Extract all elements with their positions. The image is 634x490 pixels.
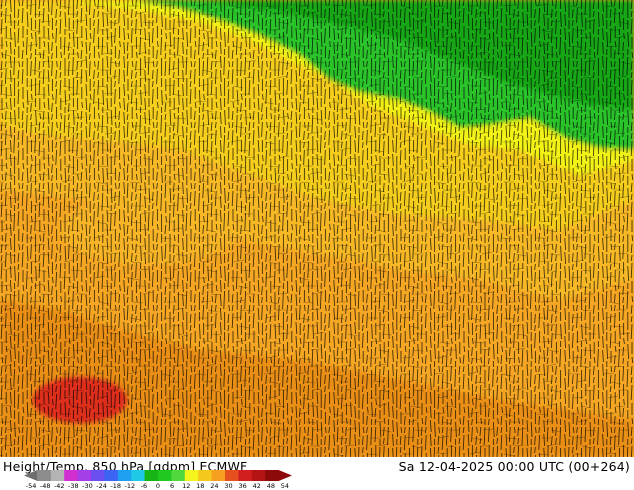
scale-color-swatch [117,470,132,481]
scale-label: -18 [110,482,121,490]
scale-label: 42 [252,482,261,490]
scale-label: 6 [170,482,175,490]
scale-label: -12 [124,482,136,490]
scale-color-swatch [104,470,119,481]
scale-arrow-left [24,470,38,481]
scale-arrow-right [265,470,292,481]
scale-color-swatch [91,470,105,481]
scale-label: -6 [140,482,148,490]
scale-color-swatch [171,470,186,481]
scale-color-swatch [158,470,172,481]
scale-color-swatch [64,470,79,481]
scale-color-swatch [198,470,213,481]
scale-color-swatch [77,470,92,481]
scale-color-swatch [131,470,146,481]
scale-label: -38 [68,482,79,490]
temperature-map [0,0,634,457]
scale-label: 36 [238,482,247,490]
scale-color-swatch [184,470,199,481]
field-red-spot [32,376,128,424]
scale-label: -24 [96,482,107,490]
color-scale-bar [24,470,292,481]
scale-label: -30 [82,482,93,490]
scale-color-swatch [211,470,226,481]
scale-color-swatch [50,470,65,481]
scale-label: -42 [53,482,65,490]
scale-label: -54 [25,482,37,490]
scale-color-swatch [225,470,239,481]
scale-label: 12 [182,482,191,490]
scale-label: 54 [280,482,290,490]
scale-label: 24 [210,482,219,490]
scale-label: 0 [155,482,161,490]
scale-color-swatch [251,470,266,481]
scale-color-swatch [37,470,52,481]
scale-label: 30 [224,482,233,490]
scale-color-swatch [144,470,159,481]
color-scale-labels: -54 -48 -42 -38 -30 -24 -18 -12 -6 0 6 12 18 24 30 36 42… [24,482,292,490]
scale-label: -48 [39,482,51,490]
scale-label: 18 [196,482,205,490]
valid-datetime: Sa 12-04-2025 00:00 UTC (00+264) [398,459,630,474]
scale-label: 48 [266,482,275,490]
scale-color-swatch [238,470,253,481]
